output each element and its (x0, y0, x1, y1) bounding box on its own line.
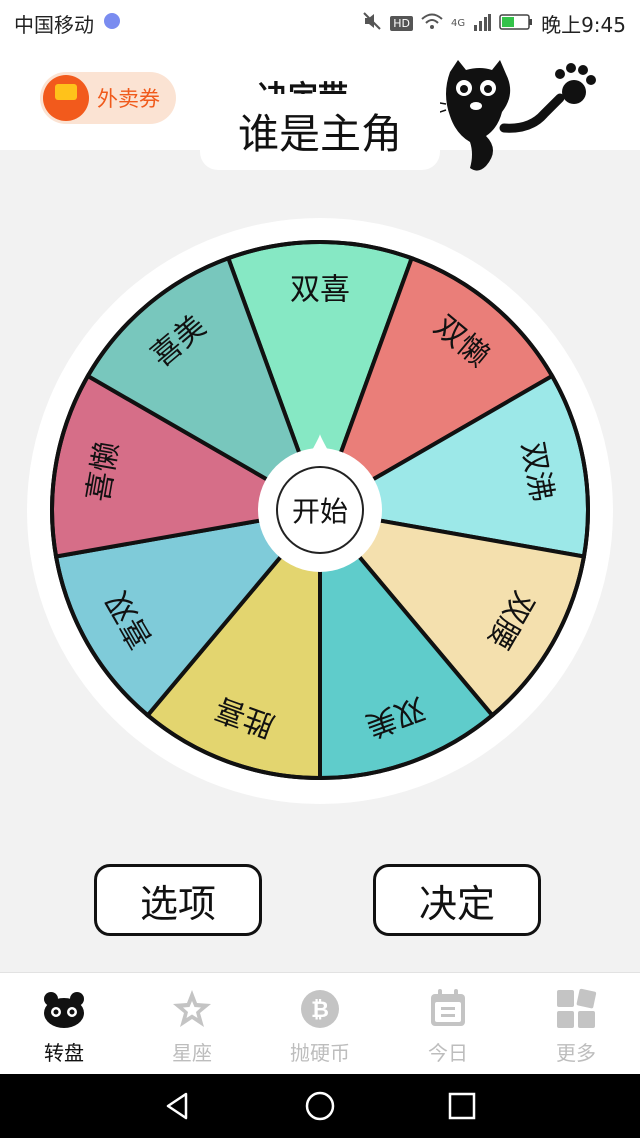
panda-icon (42, 987, 86, 1031)
tab-today-label: 今日 (428, 1041, 468, 1065)
recents-icon[interactable] (446, 1090, 478, 1122)
home-icon[interactable] (304, 1090, 336, 1122)
options-button[interactable]: 选项 (94, 864, 262, 936)
system-nav-bar (0, 1074, 640, 1138)
wheel-pointer-icon (310, 434, 330, 454)
tab-wheel-label: 转盘 (44, 1041, 84, 1065)
tab-today[interactable]: 今日 (398, 987, 498, 1067)
tab-horoscope-label: 星座 (172, 1041, 212, 1065)
start-button[interactable]: 开始 (276, 466, 364, 554)
tab-wheel[interactable]: 转盘 (14, 987, 114, 1067)
back-icon[interactable] (162, 1090, 194, 1122)
tab-more-label: 更多 (556, 1041, 596, 1065)
calendar-icon (426, 987, 470, 1031)
grid-icon (554, 987, 598, 1031)
star-icon (170, 987, 214, 1031)
bitcoin-icon: ₿ (298, 987, 342, 1031)
decide-button[interactable]: 决定 (373, 864, 541, 936)
tab-bar: 转盘 星座 ₿ 抛硬币 今日 更多 (0, 972, 640, 1075)
tab-coin-flip-label: 抛硬币 (290, 1041, 350, 1065)
wheel-segment-label: 双喜 (290, 273, 350, 308)
tab-more[interactable]: 更多 (526, 987, 626, 1067)
tab-horoscope[interactable]: 星座 (142, 987, 242, 1067)
svg-text:₿: ₿ (311, 998, 329, 1023)
tab-coin-flip[interactable]: ₿ 抛硬币 (270, 987, 370, 1067)
